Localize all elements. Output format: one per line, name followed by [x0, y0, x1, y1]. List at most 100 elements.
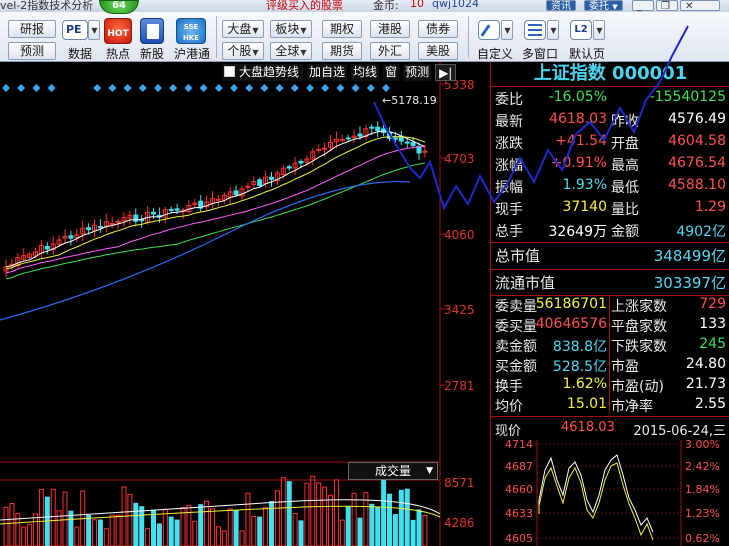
volume-tab-label: 成交量: [375, 464, 412, 478]
volume-bar: [322, 486, 328, 546]
quote-label: 平盘家数: [611, 319, 667, 335]
volume-bar: [398, 489, 404, 546]
volume-axis-label: 4286: [444, 516, 475, 530]
main-toolbar: 研报 预测 PE ▼ 数据 HOT 热点 新股 SSE HKE 沪港通 大盘▼ …: [0, 12, 729, 62]
grid-line: [528, 34, 542, 36]
quote-row: 买金额 528.5亿 市盈 24.80: [491, 356, 729, 378]
volume-bar: [97, 519, 103, 546]
new-stock-icon[interactable]: [140, 18, 164, 44]
news-button[interactable]: 资讯: [546, 0, 576, 12]
signal-diamond-icon: [366, 84, 375, 92]
index-title: 上证指数 000001: [533, 63, 688, 84]
custom-dropdown-button[interactable]: ▼: [501, 20, 513, 40]
ma-button[interactable]: 均线: [351, 64, 380, 81]
market-tab-hk[interactable]: 港股: [370, 20, 410, 38]
quote-row: 涨跌 +41.54 开盘 4604.58: [491, 133, 729, 155]
volume-bar: [145, 528, 151, 546]
forecast-button[interactable]: 预测: [8, 42, 56, 60]
quote-row: 换手 1.62% 市盈(动) 21.73: [491, 376, 729, 398]
market-tab-dapan[interactable]: 大盘▼: [222, 20, 264, 38]
hot-icon[interactable]: HOT: [104, 18, 132, 44]
minimize-icon[interactable]: _: [632, 0, 654, 12]
volume-bar: [298, 520, 304, 546]
market-tab-bonds[interactable]: 债券: [418, 20, 458, 38]
quote-value: 4902亿: [676, 224, 726, 240]
volume-bar: [416, 509, 422, 546]
volume-bar: [239, 530, 245, 546]
quote-label: 总手: [495, 224, 523, 240]
window-button[interactable]: 窗: [383, 64, 400, 81]
signal-diamond-icon: [290, 84, 299, 92]
default-page-dropdown-button[interactable]: ▼: [593, 20, 605, 40]
default-page-icon[interactable]: L2: [570, 20, 592, 40]
market-tab-forex[interactable]: 外汇: [370, 42, 410, 60]
candle-body: [422, 150, 428, 153]
candle-body: [357, 133, 363, 137]
intraday-mini-chart[interactable]: 4714 4687 4660 4633 4605 3.00% 2.42% 1.84% 1.23%…: [491, 440, 729, 546]
kline-chart-panel[interactable]: 5338 4703 4060 3425 2781 8571 4286 ←5178.19 大盘趋…: [0, 62, 490, 546]
candle-body: [174, 208, 180, 211]
hk-connect-icon[interactable]: SSE HKE: [176, 18, 206, 44]
signal-diamond-icon: [214, 84, 223, 92]
price-axis-label: 3425: [444, 303, 475, 317]
signal-diamond-icon: [169, 84, 178, 92]
new-stock-label: 新股: [140, 47, 165, 61]
volume-bar: [227, 508, 233, 546]
volume-bar: [280, 477, 286, 546]
checkbox-icon[interactable]: [224, 66, 235, 77]
market-value-label: 总市值: [495, 247, 541, 265]
volume-bar: [292, 512, 298, 546]
multi-window-dropdown-button[interactable]: ▼: [547, 20, 559, 40]
forecast-chart-button[interactable]: 预测: [403, 64, 432, 81]
add-favorite-button[interactable]: 加自选: [307, 64, 348, 81]
float-value-value: 303397亿: [653, 274, 726, 292]
candle-body: [233, 190, 239, 196]
mini-price-value: 4618.03: [561, 420, 615, 435]
candle-body: [375, 126, 381, 131]
toolbar-divider: [468, 16, 469, 58]
price-axis-label: 4703: [444, 152, 475, 166]
market-tab-us[interactable]: 美股: [418, 42, 458, 60]
column-divider: [609, 295, 610, 413]
market-tab-bankuai[interactable]: 板块▼: [270, 20, 312, 38]
data-dropdown-button[interactable]: ▼: [88, 20, 100, 40]
quote-label: 委卖量: [495, 299, 537, 315]
volume-bar: [9, 503, 15, 546]
pe-icon-text: PE: [66, 23, 82, 36]
pe-data-icon[interactable]: PE: [62, 20, 88, 40]
collapse-arrow-icon[interactable]: ▶|: [435, 64, 457, 81]
signal-diamond-icon: [154, 84, 162, 92]
multi-window-icon[interactable]: [524, 20, 546, 40]
quote-label: 最新: [495, 114, 523, 130]
mini-pct-label: 2.42%: [685, 460, 720, 473]
divider: [491, 86, 729, 87]
market-tab-stocks[interactable]: 个股▼: [222, 42, 264, 60]
market-value-row: 总市值 348499亿: [491, 245, 729, 269]
quote-value: 4618.03: [549, 111, 607, 127]
market-tab-futures[interactable]: 期货: [322, 42, 362, 60]
volume-bar: [274, 490, 280, 546]
mini-avg-line: [538, 462, 654, 541]
custom-edit-icon[interactable]: [478, 20, 500, 40]
market-tab-global[interactable]: 全球▼: [270, 42, 312, 60]
restore-icon[interactable]: ❐: [656, 0, 678, 12]
quote-label: 下跌家数: [611, 339, 667, 355]
quote-value: 1.93%: [562, 177, 607, 193]
ma30-line: [5, 162, 425, 280]
candle-body: [109, 222, 115, 225]
signal-diamond-icon: [306, 84, 314, 92]
market-tab-global-label: 全球: [275, 44, 300, 58]
quote-value: 245: [699, 336, 726, 352]
candle-body: [369, 126, 375, 129]
close-icon[interactable]: ✕: [680, 0, 720, 12]
quote-label: 振幅: [495, 180, 523, 196]
mini-pct-label: 3.00%: [685, 440, 720, 451]
market-tab-options[interactable]: 期权: [322, 20, 362, 38]
volume-bar: [68, 510, 74, 546]
volume-tab[interactable]: 成交量 ▼: [348, 462, 438, 480]
volume-bar: [363, 492, 369, 546]
marquee-text[interactable]: 评级买入的股票: [266, 0, 343, 12]
trend-line-toggle[interactable]: 大盘趋势线: [222, 64, 304, 81]
order-button[interactable]: 委托 ▼: [584, 0, 623, 12]
research-button[interactable]: 研报: [8, 20, 56, 38]
